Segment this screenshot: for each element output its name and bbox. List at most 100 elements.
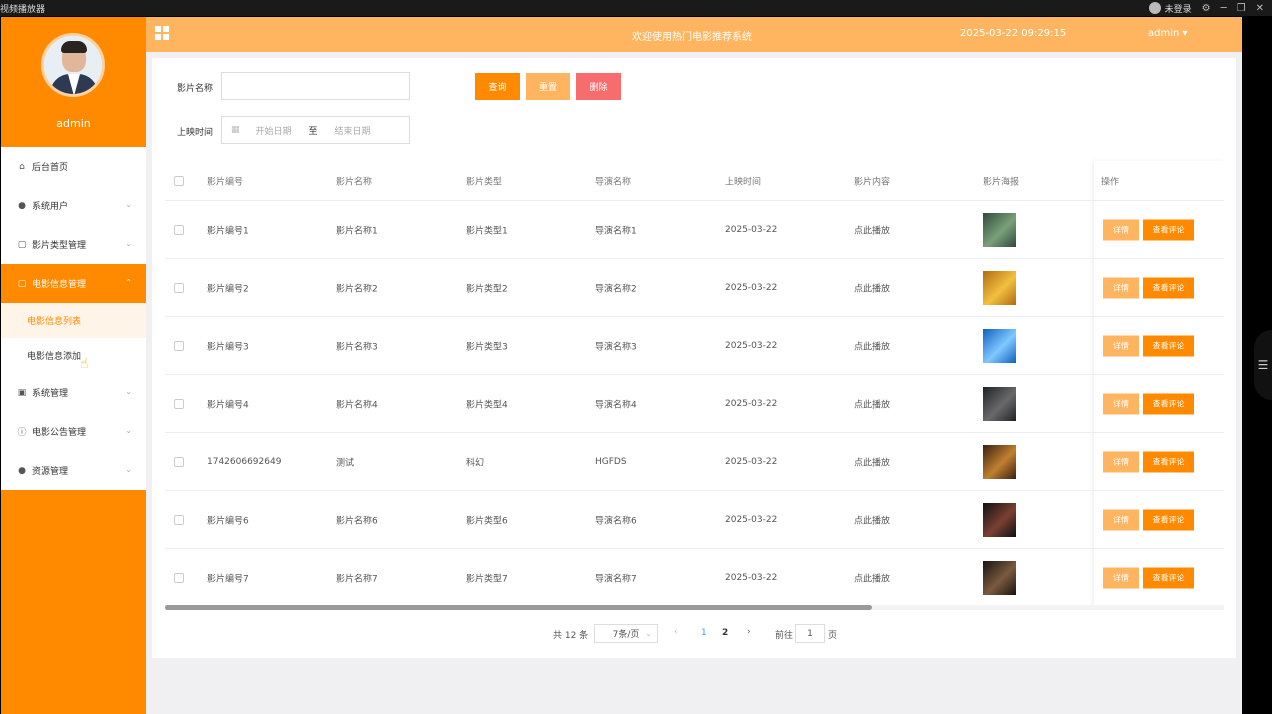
view-comments-button[interactable]: 查看评论: [1143, 451, 1194, 472]
document-icon: ▢: [17, 278, 27, 289]
page-size-select[interactable]: 7条/页 ⌄: [594, 624, 658, 643]
cell-play-link[interactable]: 点此播放: [854, 223, 890, 236]
cell-movie-name: 影片名称2: [336, 284, 378, 294]
table-row: 影片编号2 影片名称2 影片类型2 导演名称2 2025-03-22 点此播放 详情 查看评论: [165, 259, 1224, 317]
row-checkbox[interactable]: [174, 456, 184, 467]
sidebar-item-system-users[interactable]: ● 系统用户 ⌄: [1, 186, 146, 225]
cell-director: HGFDS: [595, 456, 627, 467]
table-row: 影片编号1 影片名称1 影片类型1 导演名称1 2025-03-22 点此播放 详情 查看评论: [165, 201, 1224, 259]
header-movie-id: 影片编号: [207, 177, 244, 187]
cell-release-date: 2025-03-22: [725, 282, 778, 293]
sidebar-item-announcements[interactable]: ⓘ 电影公告管理 ⌄: [1, 412, 146, 451]
date-range-picker[interactable]: ▦ 开始日期 至 结束日期: [221, 116, 410, 144]
view-comments-button[interactable]: 查看评论: [1143, 567, 1194, 588]
detail-button[interactable]: 详情: [1103, 219, 1139, 240]
menu-icon: ☰: [1257, 358, 1269, 372]
view-comments-button[interactable]: 查看评论: [1143, 219, 1194, 240]
sidebar-item-system-management[interactable]: ▣ 系统管理 ⌄: [1, 373, 146, 412]
detail-button[interactable]: 详情: [1103, 451, 1139, 472]
close-icon[interactable]: ✕: [1256, 3, 1264, 14]
row-checkbox[interactable]: [174, 282, 184, 293]
reset-button[interactable]: 重置: [526, 73, 570, 100]
header-poster: 影片海报: [983, 177, 1020, 187]
scrollbar-thumb[interactable]: [165, 605, 872, 610]
cell-movie-type: 科幻: [466, 458, 485, 468]
home-icon: ⌂: [19, 161, 25, 172]
end-date-input[interactable]: 结束日期: [335, 124, 371, 137]
poster-image[interactable]: [983, 212, 1016, 247]
cell-movie-type: 影片类型1: [466, 226, 508, 236]
horizontal-scrollbar[interactable]: [165, 605, 1224, 610]
table-row: 影片编号3 影片名称3 影片类型3 导演名称3 2025-03-22 点此播放 详情 查看评论: [165, 317, 1224, 375]
page-number-2[interactable]: 2: [722, 628, 728, 638]
poster-image[interactable]: [983, 444, 1016, 479]
chevron-down-icon: ⌄: [125, 200, 132, 209]
poster-image[interactable]: [983, 560, 1016, 595]
main-content: 影片名称 查询 重置 删除 上映时间 ▦ 开始日期 至 结束日期 影片编号 影片…: [146, 52, 1242, 714]
poster-image[interactable]: [983, 502, 1016, 537]
user-icon: ●: [18, 200, 26, 211]
cell-play-link[interactable]: 点此播放: [854, 339, 890, 352]
sidebar-item-movie-info[interactable]: ▢ 电影信息管理 ⌃: [1, 264, 146, 303]
settings-icon[interactable]: ⚙: [1202, 3, 1211, 14]
page-number-1[interactable]: 1: [701, 628, 707, 638]
cell-director: 导演名称2: [595, 284, 637, 294]
goto-page-input[interactable]: 1: [795, 624, 825, 643]
cell-movie-name: 影片名称3: [336, 342, 378, 352]
poster-image[interactable]: [983, 386, 1016, 421]
cell-play-link[interactable]: 点此播放: [854, 281, 890, 294]
prev-page-icon[interactable]: ‹: [674, 627, 678, 637]
cell-play-link[interactable]: 点此播放: [854, 397, 890, 410]
row-checkbox[interactable]: [174, 398, 184, 409]
sidebar: admin ⌂ 后台首页 ● 系统用户 ⌄ ▢ 影片类型管理 ⌄ ▢ 电影信息管理 ⌃ 电影信…: [1, 17, 146, 714]
sidebar-item-resources[interactable]: ● 资源管理 ⌄: [1, 451, 146, 490]
name-filter-label: 影片名称: [177, 84, 214, 94]
calendar-icon: ▦: [231, 125, 240, 135]
detail-button[interactable]: 详情: [1103, 393, 1139, 414]
sidebar-item-home[interactable]: ⌂ 后台首页: [1, 147, 146, 186]
cell-play-link[interactable]: 点此播放: [854, 513, 890, 526]
start-date-input[interactable]: 开始日期: [256, 124, 292, 137]
cell-movie-type: 影片类型4: [466, 400, 508, 410]
view-comments-button[interactable]: 查看评论: [1143, 277, 1194, 298]
detail-button[interactable]: 详情: [1103, 277, 1139, 298]
delete-button[interactable]: 删除: [576, 73, 621, 100]
row-checkbox[interactable]: [174, 514, 184, 525]
row-checkbox[interactable]: [174, 572, 184, 583]
user-dropdown[interactable]: admin ▾: [1148, 28, 1188, 39]
view-comments-button[interactable]: 查看评论: [1143, 509, 1194, 530]
detail-button[interactable]: 详情: [1103, 509, 1139, 530]
cell-movie-id: 影片编号3: [207, 342, 249, 352]
movie-name-input[interactable]: [221, 72, 410, 100]
login-status[interactable]: 未登录: [1148, 2, 1192, 15]
poster-image[interactable]: [983, 328, 1016, 363]
cell-release-date: 2025-03-22: [725, 224, 778, 235]
select-all-checkbox[interactable]: [174, 175, 184, 186]
window-title: 视频播放器: [0, 5, 46, 15]
date-range-separator: 至: [308, 126, 318, 137]
sidebar-item-movie-types[interactable]: ▢ 影片类型管理 ⌄: [1, 225, 146, 264]
table-row: 影片编号7 影片名称7 影片类型7 导演名称7 2025-03-22 点此播放 详情 查看评论: [165, 549, 1224, 607]
next-page-icon[interactable]: ›: [747, 627, 751, 637]
minimize-icon[interactable]: ─: [1221, 3, 1227, 14]
restore-icon[interactable]: ❐: [1237, 3, 1246, 14]
cell-movie-id: 影片编号6: [207, 516, 249, 526]
row-checkbox[interactable]: [174, 340, 184, 351]
cell-play-link[interactable]: 点此播放: [854, 571, 890, 584]
view-comments-button[interactable]: 查看评论: [1143, 393, 1194, 414]
poster-image[interactable]: [983, 270, 1016, 305]
sidebar-username: admin: [56, 117, 91, 130]
sidebar-subitem-movie-add[interactable]: 电影信息添加: [1, 338, 146, 373]
menu-grid-icon[interactable]: [155, 26, 169, 40]
header-movie-name: 影片名称: [336, 177, 373, 187]
row-checkbox[interactable]: [174, 224, 184, 235]
chevron-down-icon: ⌄: [125, 465, 132, 474]
query-button[interactable]: 查询: [475, 73, 520, 100]
cell-play-link[interactable]: 点此播放: [854, 455, 890, 468]
detail-button[interactable]: 详情: [1103, 567, 1139, 588]
sidebar-subitem-movie-list[interactable]: 电影信息列表: [1, 303, 146, 338]
side-panel-handle[interactable]: ☰: [1254, 330, 1272, 400]
detail-button[interactable]: 详情: [1103, 335, 1139, 356]
view-comments-button[interactable]: 查看评论: [1143, 335, 1194, 356]
table-row: 影片编号4 影片名称4 影片类型4 导演名称4 2025-03-22 点此播放 详情 查看评论: [165, 375, 1224, 433]
